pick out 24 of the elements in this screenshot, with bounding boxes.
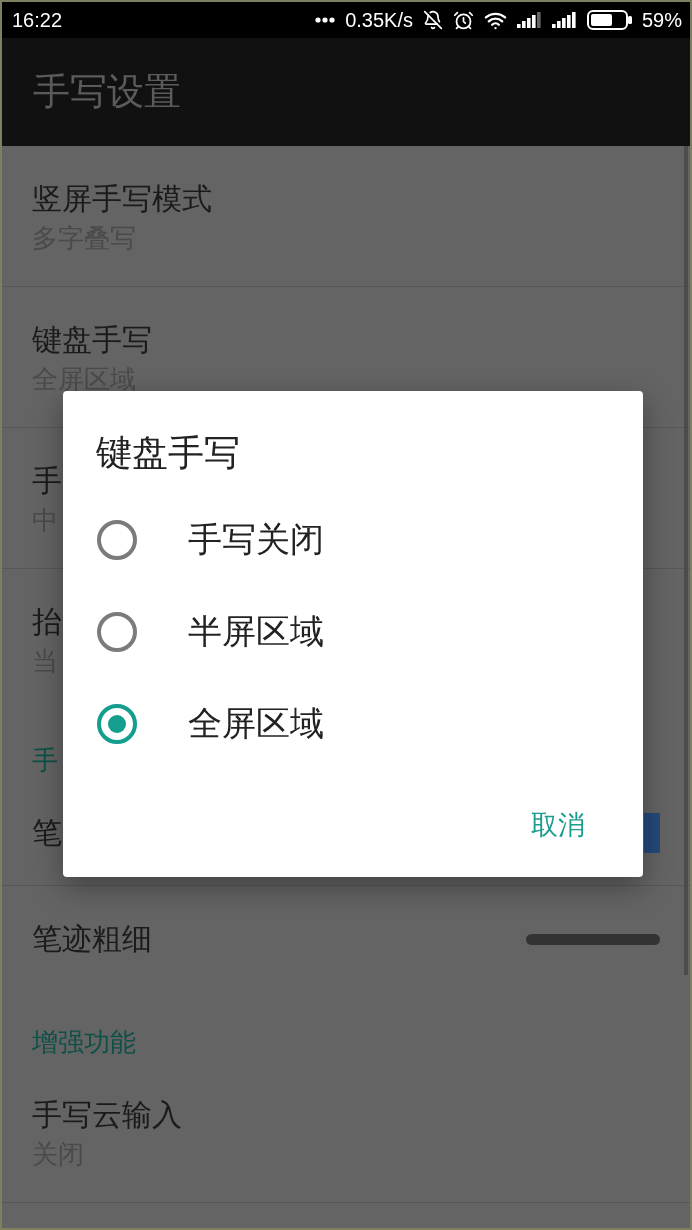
setting-title: 竖屏手写模式	[32, 180, 212, 217]
stroke-preview-icon	[526, 933, 660, 945]
setting-title: 手	[32, 462, 62, 499]
app-bar-title: 手写设置	[33, 69, 181, 115]
network-speed: 0.35K/s	[345, 8, 413, 32]
signal-icon	[516, 12, 542, 28]
setting-title: 抬	[32, 604, 62, 640]
setting-title: 键盘手写	[32, 321, 152, 358]
battery-percent: 59%	[641, 8, 682, 32]
more-dots-icon	[315, 17, 336, 23]
setting-title: 笔迹粗细	[32, 921, 152, 957]
setting-title: 手写云输入	[32, 1096, 182, 1133]
radio-option[interactable]: 全屏区域	[97, 696, 324, 752]
status-time: 16:22	[12, 8, 63, 32]
setting-title: 笔	[32, 814, 62, 851]
radio-option[interactable]: 半屏区域	[97, 604, 324, 660]
signal-icon	[551, 12, 577, 28]
section-header: 手	[31, 744, 59, 777]
dialog-title: 键盘手写	[96, 431, 240, 475]
battery-icon	[586, 10, 632, 30]
section-header: 增强功能	[31, 1026, 137, 1059]
alarm-clock-icon	[452, 9, 474, 31]
radio-option[interactable]: 手写关闭	[97, 512, 324, 568]
bell-off-icon	[422, 10, 443, 30]
